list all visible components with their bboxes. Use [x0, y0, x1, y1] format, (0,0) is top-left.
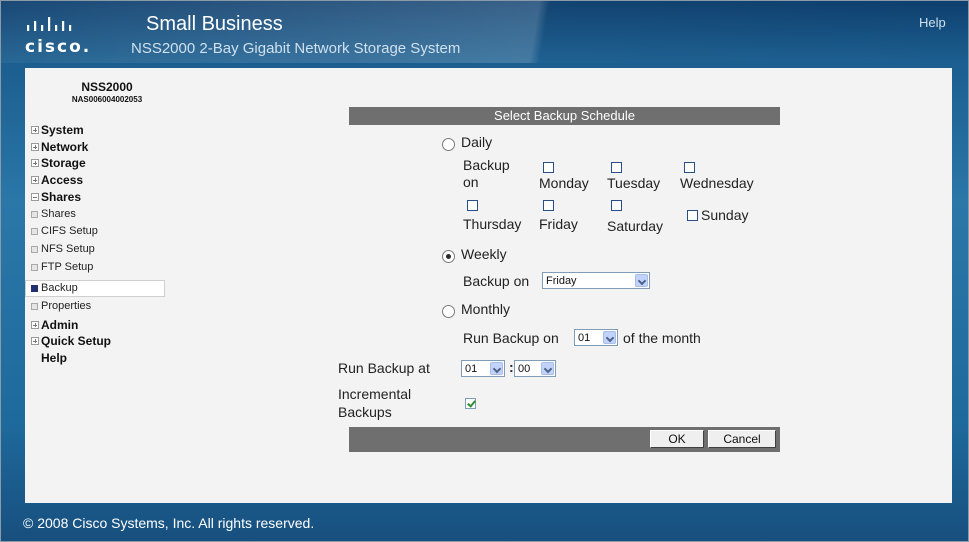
friday-label: Friday: [539, 216, 578, 232]
bullet-icon: [31, 228, 38, 235]
expand-icon: [31, 143, 39, 151]
chevron-down-icon: [490, 362, 503, 375]
incremental-label-line2: Backups: [338, 404, 392, 420]
sidebar-item-storage[interactable]: Storage: [25, 155, 189, 172]
cisco-bars-icon: [27, 17, 72, 31]
expand-icon: [31, 159, 39, 167]
chevron-down-icon: [541, 362, 554, 375]
sidebar-item-admin[interactable]: Admin: [25, 317, 189, 334]
thursday-label: Thursday: [463, 216, 522, 232]
cancel-button[interactable]: Cancel: [708, 430, 776, 448]
saturday-label: Saturday: [607, 218, 664, 234]
minute-select[interactable]: 00: [514, 360, 556, 377]
sidebar-subitem-label: Backup: [41, 282, 78, 294]
chevron-down-icon: [635, 274, 648, 287]
sidebar-subitem-cifs-setup[interactable]: CIFS Setup: [25, 223, 189, 240]
sidebar-subitem-ftp-setup[interactable]: FTP Setup: [25, 259, 189, 276]
product-subtitle: NSS2000 2-Bay Gigabit Network Storage Sy…: [131, 40, 461, 57]
copyright-text: © 2008 Cisco Systems, Inc. All rights re…: [23, 515, 315, 531]
hour-value: 01: [465, 363, 478, 375]
monday-checkbox[interactable]: [543, 162, 554, 173]
sidebar-item-label: Help: [41, 351, 68, 365]
time-separator: :: [509, 359, 514, 375]
collapse-icon: [31, 193, 39, 201]
device-name: NSS2000: [81, 80, 133, 94]
sunday-label: Sunday: [701, 207, 749, 223]
sidebar-item-help[interactable]: Help: [25, 350, 189, 367]
bullet-icon: [31, 211, 38, 218]
sidebar-item-network[interactable]: Network: [25, 139, 189, 156]
monthly-day-select[interactable]: 01: [574, 329, 618, 346]
friday-checkbox[interactable]: [543, 200, 554, 211]
expand-icon: [31, 176, 39, 184]
device-id: NAS006004002053: [71, 95, 143, 104]
tuesday-checkbox[interactable]: [611, 162, 622, 173]
saturday-checkbox[interactable]: [611, 200, 622, 211]
daily-label: Daily: [461, 134, 493, 150]
form-action-bar: OK Cancel: [349, 427, 780, 452]
tuesday-label: Tuesday: [607, 175, 661, 191]
section-title: Select Backup Schedule: [349, 107, 780, 125]
run-at-label: Run Backup at: [338, 360, 430, 376]
weekly-day-value: Friday: [546, 275, 577, 287]
backup-schedule-form: Select Backup Schedule Daily Backup on M…: [189, 68, 952, 503]
monthly-radio[interactable]: [442, 305, 455, 318]
help-link[interactable]: Help: [919, 15, 946, 30]
sidebar-item-label: Storage: [41, 156, 86, 170]
sidebar-item-label: Access: [41, 173, 84, 187]
main-content: Select Backup Schedule Daily Backup on M…: [189, 68, 952, 503]
sidebar-subitem-nfs-setup[interactable]: NFS Setup: [25, 241, 189, 258]
monthly-label: Monthly: [461, 301, 511, 317]
sidebar-subitem-label: Shares: [41, 208, 76, 220]
expand-icon: [31, 321, 39, 329]
sidebar-subitem-label: CIFS Setup: [41, 225, 98, 237]
sidebar-item-label: Quick Setup: [41, 334, 112, 348]
expand-icon: [31, 337, 39, 345]
bullet-icon: [31, 264, 38, 271]
weekly-label: Weekly: [461, 246, 507, 262]
cisco-logo: cisco.: [25, 15, 109, 57]
weekly-backup-on-label: Backup on: [463, 273, 530, 289]
wednesday-label: Wednesday: [680, 175, 754, 191]
sidebar-item-shares[interactable]: Shares: [25, 189, 189, 206]
ok-button[interactable]: OK: [650, 430, 704, 448]
sidebar-subitem-backup[interactable]: Backup: [25, 280, 165, 297]
weekly-day-select[interactable]: Friday: [542, 272, 650, 289]
sidebar-item-access[interactable]: Access: [25, 172, 189, 189]
sidebar-subitem-label: NFS Setup: [41, 243, 95, 255]
sidebar-item-label: Shares: [41, 190, 82, 204]
sidebar-item-label: Network: [41, 140, 89, 154]
daily-radio[interactable]: [442, 138, 455, 151]
sunday-checkbox[interactable]: [687, 210, 698, 221]
incremental-checkbox[interactable]: [465, 398, 476, 409]
minute-value: 00: [518, 363, 531, 375]
bullet-icon: [31, 303, 38, 310]
monthly-suffix-label: of the month: [623, 330, 701, 346]
sidebar-subitem-shares[interactable]: Shares: [25, 206, 189, 223]
active-bullet-icon: [31, 285, 38, 292]
monthly-run-label: Run Backup on: [463, 330, 559, 346]
weekly-radio[interactable]: [442, 250, 455, 263]
product-family-title: Small Business: [146, 13, 283, 35]
monday-label: Monday: [539, 175, 589, 191]
daily-backup-on-label: Backup on: [463, 157, 510, 190]
thursday-checkbox[interactable]: [467, 200, 478, 211]
hour-select[interactable]: 01: [461, 360, 505, 377]
bullet-icon: [31, 246, 38, 253]
sidebar-item-label: System: [41, 123, 84, 137]
sidebar-item-label: Admin: [41, 318, 79, 332]
sidebar-subitem-label: FTP Setup: [41, 261, 94, 273]
sidebar-item-quick-setup[interactable]: Quick Setup: [25, 333, 189, 350]
chevron-down-icon: [603, 331, 616, 344]
monthly-day-value: 01: [578, 332, 591, 344]
sidebar-subitem-properties[interactable]: Properties: [25, 298, 189, 315]
sidebar: NSS2000 NAS006004002053 System Network S…: [25, 68, 189, 503]
expand-icon: [31, 126, 39, 134]
sidebar-subitem-label: Properties: [41, 300, 92, 312]
app-window: cisco. Small Business NSS2000 2-Bay Giga…: [0, 0, 969, 542]
incremental-label-line1: Incremental: [338, 386, 412, 402]
logo-wordmark: cisco.: [25, 37, 92, 57]
sidebar-item-system[interactable]: System: [25, 122, 189, 139]
wednesday-checkbox[interactable]: [684, 162, 695, 173]
